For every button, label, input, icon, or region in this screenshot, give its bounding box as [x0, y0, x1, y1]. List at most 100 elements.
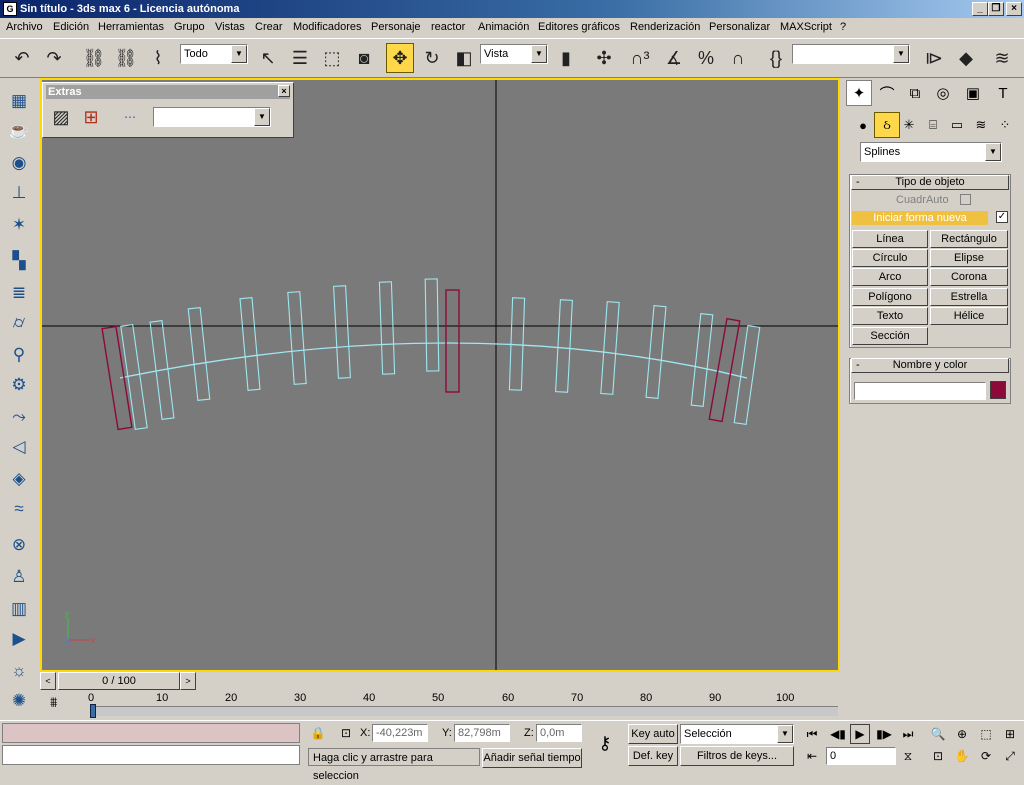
bend-icon[interactable]: ⤳ [6, 404, 32, 430]
mirror-icon[interactable]: ⧐ [920, 43, 948, 73]
text-button[interactable]: Texto [852, 307, 928, 325]
play-icon[interactable]: ▶ [850, 724, 870, 744]
array-icon[interactable]: ⊞ [79, 103, 103, 131]
utilities-tab-icon[interactable]: T [990, 80, 1016, 106]
viewport-front[interactable]: y z x [40, 78, 840, 672]
key-selection-dropdown[interactable]: Selección ▼ [680, 724, 794, 744]
extras-dropdown[interactable]: ▼ [153, 107, 271, 127]
helix-button[interactable]: Hélice [930, 307, 1008, 325]
track-bar[interactable]: ⩩ 0 10 20 30 40 50 60 70 80 90 100 [40, 690, 840, 720]
extras-toolbar[interactable]: Extras × ▨ ⊞ ⋯ ▼ [42, 82, 294, 138]
geometry-icon[interactable]: ● [850, 112, 876, 138]
systems-icon[interactable]: ⁘ [992, 112, 1018, 138]
track-ruler[interactable] [92, 706, 838, 716]
minimize-button[interactable]: _ [972, 2, 988, 16]
donut-button[interactable]: Corona [930, 268, 1008, 286]
material-icon[interactable]: ▥ [6, 596, 32, 622]
rectangle-button[interactable]: Rectángulo [930, 230, 1008, 248]
bind-space-warp-icon[interactable]: ⌇ [144, 43, 172, 73]
named-selection-icon[interactable]: {} [762, 43, 790, 73]
category-dropdown[interactable]: Splines ▼ [860, 142, 1002, 162]
object-name-input[interactable] [854, 382, 986, 400]
zoom-all-icon[interactable]: ⊕ [952, 724, 972, 744]
select-and-scale-icon[interactable]: ◧ [450, 43, 478, 73]
menu-modificadores[interactable]: Modificadores [293, 21, 361, 33]
name-color-rollout-header[interactable]: - Nombre y color [851, 358, 1009, 373]
sphere-icon[interactable]: ◉ [6, 150, 32, 176]
percent-snap-icon[interactable]: % [692, 43, 720, 73]
section-button[interactable]: Sección [852, 327, 928, 345]
cameras-icon[interactable]: ⌸ [920, 112, 946, 138]
teapot-icon[interactable]: ☕ [6, 118, 32, 144]
align-icon[interactable]: ◆ [952, 43, 980, 73]
menu-animacion[interactable]: Animación [478, 21, 529, 33]
motion-tab-icon[interactable]: ◎ [930, 80, 956, 106]
snapshot-icon[interactable]: ⋯ [115, 103, 145, 131]
extras-title[interactable]: Extras [46, 85, 290, 99]
line-button[interactable]: Línea [852, 230, 928, 248]
cylinder-icon[interactable]: ⌭ [6, 310, 32, 336]
close-button[interactable]: × [1006, 2, 1022, 16]
zoom-icon[interactable]: 🔍 [928, 724, 948, 744]
lights-icon[interactable]: ✳ [896, 112, 922, 138]
spinner-snap-icon[interactable]: ∩ [724, 43, 752, 73]
unlink-icon[interactable]: ⛓ [112, 43, 140, 73]
add-time-tag-button[interactable]: Añadir señal tiempo [482, 748, 582, 768]
time-slider-thumb[interactable]: 0 / 100 [58, 672, 180, 690]
snap-3d-icon[interactable]: ∩³ [626, 43, 654, 73]
angle-snap-icon[interactable]: ∡ [660, 43, 688, 73]
app-icon[interactable]: G [3, 2, 17, 16]
window-crossing-icon[interactable]: ◙ [350, 43, 378, 73]
time-slider[interactable]: < 0 / 100 > [40, 672, 840, 690]
y-coordinate-field[interactable]: 82,798m [454, 724, 510, 742]
render-icon[interactable]: ✺ [6, 688, 32, 714]
wave-icon[interactable]: ≈ [6, 496, 32, 522]
light-icon[interactable]: ☼ [6, 658, 32, 684]
go-to-end-icon[interactable]: ⏭ [898, 724, 918, 744]
coil-icon[interactable]: ≣ [6, 280, 32, 306]
hierarchy-tab-icon[interactable]: ⧉ [902, 80, 928, 106]
redo-icon[interactable]: ↷ [40, 43, 68, 73]
arc-rotate-icon[interactable]: ⟳ [976, 746, 996, 766]
lock-icon[interactable]: 🔒 [308, 723, 328, 743]
menu-editores-graficos[interactable]: Editores gráficos [538, 21, 620, 33]
set-key-button[interactable]: Def. key [628, 746, 678, 766]
star-button[interactable]: Estrella [930, 288, 1008, 306]
menu-personalizar[interactable]: Personalizar [709, 21, 770, 33]
menu-herramientas[interactable]: Herramientas [98, 21, 164, 33]
menu-personaje[interactable]: Personaje [371, 21, 421, 33]
box-icon[interactable]: ▨ [49, 103, 73, 131]
current-frame-field[interactable]: 0 [826, 747, 896, 765]
min-max-toggle-icon[interactable]: ⤢ [1000, 746, 1020, 766]
select-arrow-icon[interactable]: ↖ [254, 43, 282, 73]
star-icon[interactable]: ✶ [6, 212, 32, 238]
helper-icon[interactable]: ⊥ [6, 180, 32, 206]
menu-edicion[interactable]: Edición [53, 21, 89, 33]
create-tab-icon[interactable]: ✦ [846, 80, 872, 106]
modify-tab-icon[interactable]: ⌒ [874, 80, 900, 106]
manipulate-icon[interactable]: ✣ [590, 43, 618, 73]
circle-button[interactable]: Círculo [852, 249, 928, 267]
ellipse-button[interactable]: Elipse [930, 249, 1008, 267]
link-icon[interactable]: ⛓ [80, 43, 108, 73]
menu-reactor[interactable]: reactor [431, 21, 465, 33]
selection-filter-dropdown[interactable]: Todo ▼ [180, 44, 248, 64]
absolute-mode-icon[interactable]: ⊡ [336, 723, 356, 743]
viewport-canvas[interactable]: y z x [42, 80, 838, 670]
auto-key-button[interactable]: Key auto [628, 724, 678, 744]
reference-coord-dropdown[interactable]: Vista ▼ [480, 44, 548, 64]
compound-icon[interactable]: ▚ [6, 248, 32, 274]
track-view-icon[interactable]: ⩩ [50, 694, 72, 714]
zoom-extents-all-icon[interactable]: ⊞ [1000, 724, 1020, 744]
region-zoom-icon[interactable]: ⊡ [928, 746, 948, 766]
next-frame-icon[interactable]: ▮▶ [874, 724, 894, 744]
previous-frame-icon[interactable]: ◀▮ [828, 724, 848, 744]
select-and-rotate-icon[interactable]: ↻ [418, 43, 446, 73]
menu-maxscript[interactable]: MAXScript [780, 21, 832, 33]
next-frame-arrow-icon[interactable]: > [180, 672, 196, 690]
extras-close-icon[interactable]: × [278, 85, 290, 97]
key-mode-toggle-icon[interactable]: ⇤ [802, 746, 822, 766]
object-type-rollout-header[interactable]: - Tipo de objeto [851, 175, 1009, 190]
time-configuration-icon[interactable]: ⧖ [898, 746, 918, 766]
fish-icon[interactable]: ◁ [6, 434, 32, 460]
